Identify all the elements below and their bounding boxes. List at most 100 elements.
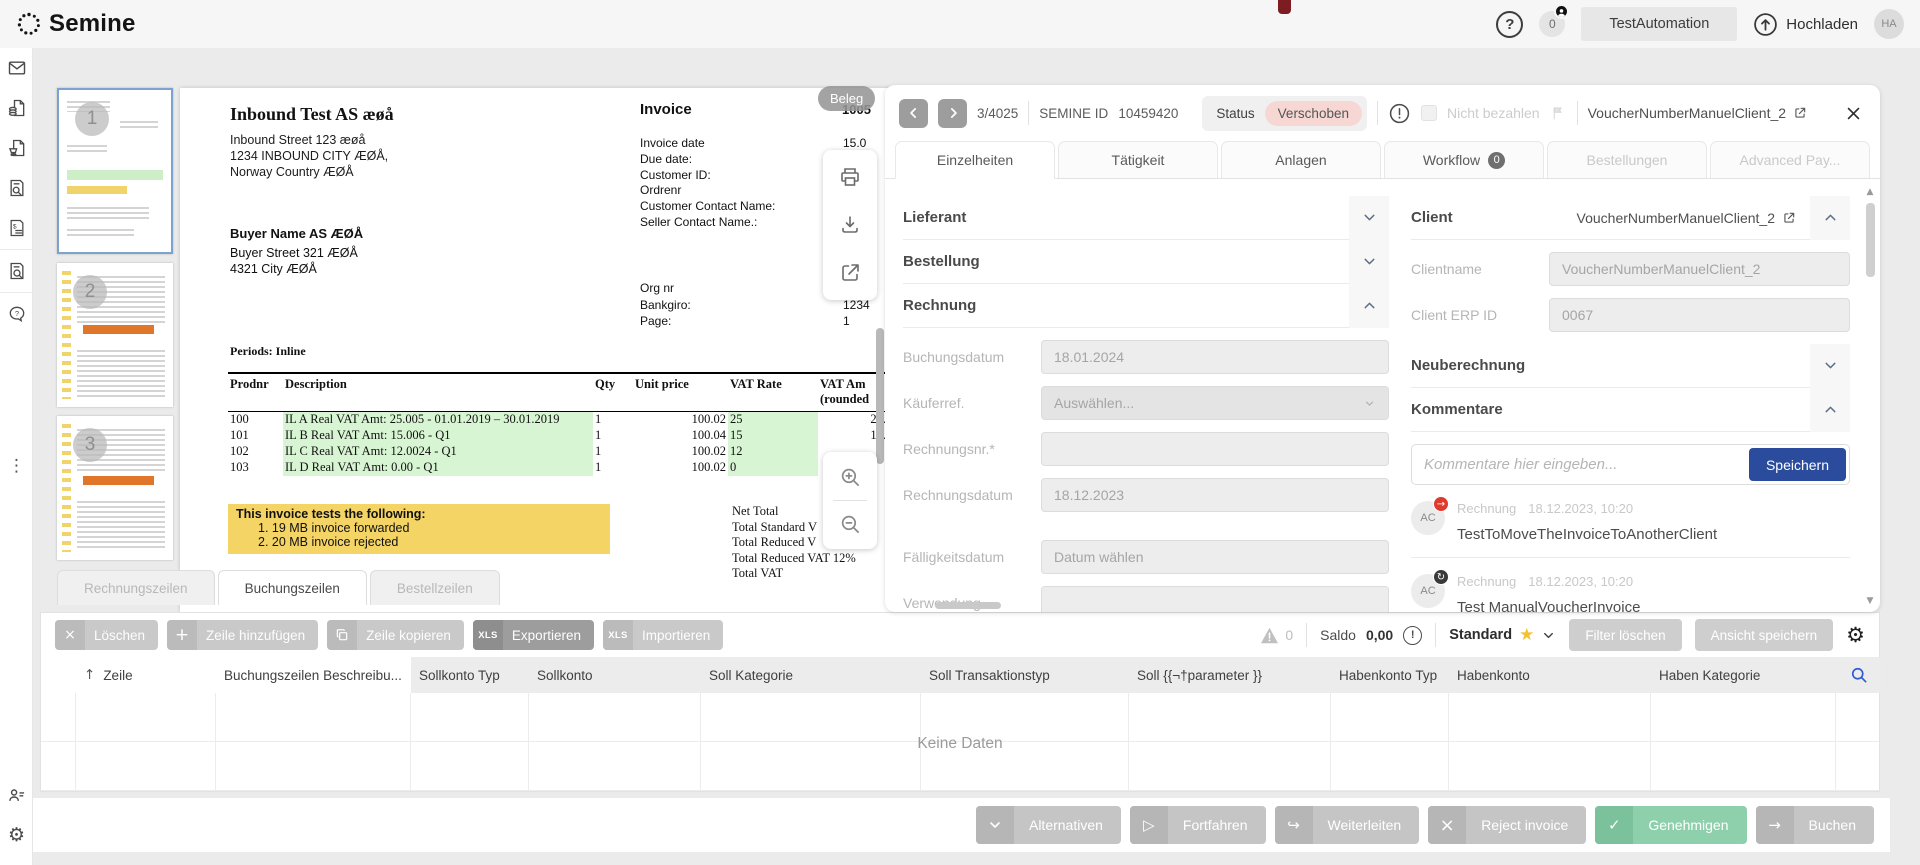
column-header[interactable]: Soll Kategorie bbox=[701, 657, 921, 693]
column-header[interactable]: Habenkonto Typ bbox=[1331, 657, 1449, 693]
accordion-lieferant[interactable]: Lieferant bbox=[903, 196, 1389, 240]
panel-header: 3/4025 SEMINE ID 10459420 Status Verscho… bbox=[885, 85, 1880, 141]
client-erp-id-input[interactable]: 0067 bbox=[1549, 298, 1850, 332]
thumbnail-page-1[interactable]: 1 bbox=[57, 88, 173, 254]
more-options-icon[interactable]: ⋮ bbox=[0, 456, 33, 476]
rechnungsnr-input[interactable] bbox=[1041, 432, 1389, 466]
thumbnail-page-2[interactable]: 2 bbox=[57, 263, 173, 407]
grid-settings-gear-icon[interactable]: ⚙ bbox=[1846, 625, 1865, 646]
open-external-icon[interactable] bbox=[835, 258, 865, 288]
genehmigen-button[interactable]: ✓ Genehmigen bbox=[1595, 806, 1746, 844]
horizontal-scrollbar-thumb[interactable] bbox=[935, 602, 1001, 609]
chevron-down-icon[interactable] bbox=[1349, 240, 1389, 284]
purchase-doc-icon[interactable] bbox=[0, 128, 33, 168]
faelligkeitsdatum-input[interactable]: Datum wählen bbox=[1041, 540, 1389, 574]
column-header-zeile[interactable]: ↑Zeile bbox=[76, 657, 216, 693]
print-icon[interactable] bbox=[835, 162, 865, 192]
column-header[interactable]: Sollkonto Typ bbox=[411, 657, 529, 693]
add-row-button[interactable]: + Zeile hinzufügen bbox=[167, 620, 318, 650]
scroll-up-arrow[interactable]: ▲ bbox=[1863, 185, 1877, 199]
tab-rechnungszeilen[interactable]: Rechnungszeilen bbox=[57, 570, 215, 605]
settings-gear-icon[interactable]: ⚙ bbox=[0, 815, 33, 855]
next-invoice-button[interactable] bbox=[938, 99, 967, 128]
accordion-rechnung[interactable]: Rechnung bbox=[903, 284, 1389, 328]
column-header[interactable]: Haben Kategorie bbox=[1651, 657, 1836, 693]
verwendung-input[interactable] bbox=[1041, 586, 1389, 612]
accordion-bestellung[interactable]: Bestellung bbox=[903, 240, 1389, 284]
test-automation-button[interactable]: TestAutomation bbox=[1581, 7, 1737, 41]
column-header[interactable]: Sollkonto bbox=[529, 657, 701, 693]
help-bubble-icon[interactable]: ? bbox=[0, 294, 33, 334]
column-header[interactable]: Soll Transaktionstyp bbox=[921, 657, 1129, 693]
scroll-down-arrow[interactable]: ▼ bbox=[1863, 594, 1877, 608]
document-scrollbar-thumb[interactable] bbox=[876, 328, 884, 464]
zoom-in-icon[interactable] bbox=[835, 462, 865, 492]
column-header[interactable]: Habenkonto bbox=[1449, 657, 1651, 693]
close-panel-icon[interactable] bbox=[1845, 105, 1862, 122]
notification-counter[interactable]: 0 bbox=[1539, 11, 1565, 37]
tab-bestellungen[interactable]: Bestellungen bbox=[1547, 141, 1707, 178]
thumbnail-page-3[interactable]: 3 bbox=[57, 416, 173, 560]
upload-button[interactable]: Hochladen bbox=[1753, 12, 1858, 37]
reject-invoice-button[interactable]: × Reject invoice bbox=[1428, 806, 1586, 844]
external-link-icon bbox=[1782, 211, 1796, 225]
chevron-up-icon[interactable] bbox=[1349, 284, 1389, 328]
invoice-table-row: 101IL B Real VAT Amt: 15.006 - Q11100.04… bbox=[228, 428, 888, 444]
chevron-up-icon[interactable] bbox=[1810, 196, 1850, 240]
buchen-button[interactable]: → Buchen bbox=[1756, 806, 1874, 844]
panel-scrollbar[interactable]: ▲ ▼ bbox=[1863, 185, 1877, 608]
report-search-icon[interactable] bbox=[0, 251, 33, 291]
tab-workflow[interactable]: Workflow0 bbox=[1384, 141, 1544, 178]
grid-search-icon[interactable] bbox=[1836, 657, 1881, 693]
save-comment-button[interactable]: Speichern bbox=[1749, 448, 1846, 481]
scrollbar-thumb[interactable] bbox=[1866, 203, 1875, 277]
copy-row-button[interactable]: Zeile kopieren bbox=[327, 620, 464, 650]
previous-invoice-button[interactable] bbox=[899, 99, 928, 128]
kaeuferref-select[interactable]: Auswählen... bbox=[1041, 386, 1389, 420]
dollar-invoice-icon[interactable]: $ bbox=[0, 208, 33, 248]
accordion-client[interactable]: Client VoucherNumberManuelClient_2 bbox=[1411, 196, 1850, 240]
nicht-bezahlen-checkbox[interactable] bbox=[1421, 105, 1437, 121]
flag-icon[interactable] bbox=[1550, 104, 1567, 122]
user-management-icon[interactable] bbox=[0, 775, 33, 815]
column-header[interactable]: Buchungszeilen Beschreibu... bbox=[216, 657, 411, 693]
fortfahren-button[interactable]: ▷ Fortfahren bbox=[1130, 806, 1266, 844]
buchungsdatum-input[interactable]: 18.01.2024 bbox=[1041, 340, 1389, 374]
delete-row-button[interactable]: × Löschen bbox=[55, 620, 158, 650]
client-section-link[interactable]: VoucherNumberManuelClient_2 bbox=[1577, 210, 1796, 226]
document-search-icon[interactable] bbox=[0, 168, 33, 208]
tab-advanced-pay[interactable]: Advanced Pay... bbox=[1710, 141, 1870, 178]
tab-anlagen[interactable]: Anlagen bbox=[1221, 141, 1381, 178]
clear-filter-button[interactable]: Filter löschen bbox=[1569, 619, 1681, 651]
download-icon[interactable] bbox=[835, 210, 865, 240]
semine-logo[interactable]: Semine bbox=[16, 10, 136, 38]
view-selector[interactable]: Standard ★ bbox=[1449, 625, 1556, 645]
help-icon[interactable]: ? bbox=[1496, 11, 1523, 38]
tab-buchungszeilen[interactable]: Buchungszeilen bbox=[218, 570, 367, 605]
zoom-out-icon[interactable] bbox=[835, 509, 865, 539]
column-header[interactable]: Soll {{¬†parameter }} bbox=[1129, 657, 1331, 693]
save-view-button[interactable]: Ansicht speichern bbox=[1695, 619, 1834, 651]
chevron-up-icon[interactable] bbox=[1810, 388, 1850, 432]
import-xls-button[interactable]: XLS Importieren bbox=[603, 620, 723, 650]
tab-taetigkeit[interactable]: Tätigkeit bbox=[1058, 141, 1218, 178]
accordion-neuberechnung[interactable]: Neuberechnung bbox=[1411, 344, 1850, 388]
alternativen-button[interactable]: Alternativen bbox=[976, 806, 1121, 844]
tab-bestellzeilen[interactable]: Bestellzeilen bbox=[370, 570, 500, 605]
favorite-star-icon[interactable]: ★ bbox=[1519, 625, 1534, 645]
comment-input[interactable] bbox=[1424, 456, 1739, 473]
tab-einzelheiten[interactable]: Einzelheiten bbox=[895, 141, 1055, 179]
accordion-kommentare[interactable]: Kommentare bbox=[1411, 388, 1850, 432]
inbox-mail-icon[interactable] bbox=[0, 48, 33, 88]
chevron-down-icon[interactable] bbox=[1349, 196, 1389, 240]
svg-text:?: ? bbox=[14, 309, 18, 318]
chevron-down-icon[interactable] bbox=[1810, 344, 1850, 388]
client-link[interactable]: VoucherNumberManuelClient_2 bbox=[1588, 105, 1807, 121]
alert-circle-icon[interactable] bbox=[1388, 102, 1411, 125]
clientname-input[interactable]: VoucherNumberManuelClient_2 bbox=[1549, 252, 1850, 286]
invoice-coins-icon[interactable] bbox=[0, 88, 33, 128]
weiterleiten-button[interactable]: ↪ Weiterleiten bbox=[1275, 806, 1420, 844]
export-xls-button[interactable]: XLS Exportieren bbox=[473, 620, 594, 650]
rechnungsdatum-input[interactable]: 18.12.2023 bbox=[1041, 478, 1389, 512]
user-avatar[interactable]: HA bbox=[1874, 9, 1904, 39]
